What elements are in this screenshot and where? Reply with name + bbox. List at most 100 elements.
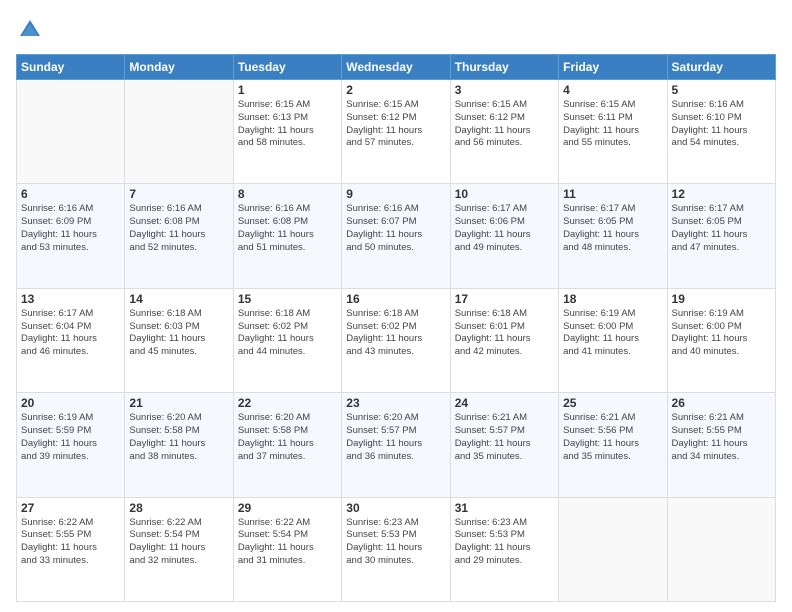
calendar-cell: 2Sunrise: 6:15 AM Sunset: 6:12 PM Daylig… xyxy=(342,80,450,184)
day-number: 5 xyxy=(672,83,771,97)
day-number: 22 xyxy=(238,396,337,410)
day-info: Sunrise: 6:16 AM Sunset: 6:07 PM Dayligh… xyxy=(346,203,445,254)
calendar-cell: 6 Sunrise: 6:16 AM Sunset: 6:09 PM Daylig… xyxy=(17,184,125,288)
page: SundayMondayTuesdayWednesdayThursdayFrid… xyxy=(0,0,792,612)
day-info: Sunrise: 6:19 AM Sunset: 6:00 PM Dayligh… xyxy=(672,308,771,359)
day-number: 27 xyxy=(21,501,120,515)
day-number: 20 xyxy=(21,396,120,410)
day-info: Sunrise: 6:16 AM Sunset: 6:08 PM Dayligh… xyxy=(129,203,228,254)
calendar-cell xyxy=(125,80,233,184)
weekday-header: Friday xyxy=(559,55,667,80)
calendar-table: SundayMondayTuesdayWednesdayThursdayFrid… xyxy=(16,54,776,602)
calendar-cell xyxy=(559,497,667,601)
calendar-cell: 14 Sunrise: 6:18 AM Sunset: 6:03 PM Dayli… xyxy=(125,288,233,392)
day-number: 17 xyxy=(455,292,554,306)
day-number: 25 xyxy=(563,396,662,410)
day-number: 9 xyxy=(346,187,445,201)
day-info: Sunrise: 6:17 AM Sunset: 6:05 PM Dayligh… xyxy=(672,203,771,254)
day-info: Sunrise: 6:16 AM Sunset: 6:09 PM Dayligh… xyxy=(21,203,120,254)
day-info: Sunrise: 6:19 AM Sunset: 5:59 PM Dayligh… xyxy=(21,412,120,463)
day-info: Sunrise: 6:16 AM Sunset: 6:10 PM Dayligh… xyxy=(672,99,771,150)
calendar-cell: 24 Sunrise: 6:21 AM Sunset: 5:57 PM Dayli… xyxy=(450,393,558,497)
day-info: Sunrise: 6:18 AM Sunset: 6:02 PM Dayligh… xyxy=(238,308,337,359)
calendar-week-row: 27 Sunrise: 6:22 AM Sunset: 5:55 PM Dayli… xyxy=(17,497,776,601)
day-number: 28 xyxy=(129,501,228,515)
calendar-week-row: 1Sunrise: 6:15 AM Sunset: 6:13 PM Daylig… xyxy=(17,80,776,184)
logo-icon xyxy=(16,16,44,44)
day-info: Sunrise: 6:18 AM Sunset: 6:02 PM Dayligh… xyxy=(346,308,445,359)
weekday-header: Monday xyxy=(125,55,233,80)
day-info: Sunrise: 6:20 AM Sunset: 5:58 PM Dayligh… xyxy=(129,412,228,463)
calendar-cell: 26Sunrise: 6:21 AM Sunset: 5:55 PM Dayli… xyxy=(667,393,775,497)
calendar-cell: 25 Sunrise: 6:21 AM Sunset: 5:56 PM Dayli… xyxy=(559,393,667,497)
day-number: 6 xyxy=(21,187,120,201)
day-info: Sunrise: 6:15 AM Sunset: 6:12 PM Dayligh… xyxy=(346,99,445,150)
weekday-header: Thursday xyxy=(450,55,558,80)
day-number: 8 xyxy=(238,187,337,201)
calendar-cell: 3 Sunrise: 6:15 AM Sunset: 6:12 PM Daylig… xyxy=(450,80,558,184)
day-number: 15 xyxy=(238,292,337,306)
calendar-cell: 17 Sunrise: 6:18 AM Sunset: 6:01 PM Dayli… xyxy=(450,288,558,392)
day-number: 24 xyxy=(455,396,554,410)
calendar-cell: 12 Sunrise: 6:17 AM Sunset: 6:05 PM Dayli… xyxy=(667,184,775,288)
day-info: Sunrise: 6:20 AM Sunset: 5:57 PM Dayligh… xyxy=(346,412,445,463)
calendar-header-row: SundayMondayTuesdayWednesdayThursdayFrid… xyxy=(17,55,776,80)
calendar-cell: 19 Sunrise: 6:19 AM Sunset: 6:00 PM Dayli… xyxy=(667,288,775,392)
day-number: 29 xyxy=(238,501,337,515)
day-info: Sunrise: 6:22 AM Sunset: 5:54 PM Dayligh… xyxy=(129,517,228,568)
calendar-cell: 5 Sunrise: 6:16 AM Sunset: 6:10 PM Daylig… xyxy=(667,80,775,184)
calendar-cell: 20 Sunrise: 6:19 AM Sunset: 5:59 PM Dayli… xyxy=(17,393,125,497)
day-number: 10 xyxy=(455,187,554,201)
day-number: 14 xyxy=(129,292,228,306)
calendar-cell: 31 Sunrise: 6:23 AM Sunset: 5:53 PM Dayli… xyxy=(450,497,558,601)
calendar-cell: 9 Sunrise: 6:16 AM Sunset: 6:07 PM Daylig… xyxy=(342,184,450,288)
calendar-cell: 10 Sunrise: 6:17 AM Sunset: 6:06 PM Dayli… xyxy=(450,184,558,288)
day-number: 3 xyxy=(455,83,554,97)
calendar-cell: 13Sunrise: 6:17 AM Sunset: 6:04 PM Dayli… xyxy=(17,288,125,392)
weekday-header: Wednesday xyxy=(342,55,450,80)
weekday-header: Saturday xyxy=(667,55,775,80)
day-number: 12 xyxy=(672,187,771,201)
day-number: 11 xyxy=(563,187,662,201)
day-info: Sunrise: 6:17 AM Sunset: 6:06 PM Dayligh… xyxy=(455,203,554,254)
day-number: 7 xyxy=(129,187,228,201)
calendar-cell: 15 Sunrise: 6:18 AM Sunset: 6:02 PM Dayli… xyxy=(233,288,341,392)
calendar-cell: 1Sunrise: 6:15 AM Sunset: 6:13 PM Daylig… xyxy=(233,80,341,184)
calendar-cell: 28 Sunrise: 6:22 AM Sunset: 5:54 PM Dayli… xyxy=(125,497,233,601)
day-number: 21 xyxy=(129,396,228,410)
day-info: Sunrise: 6:21 AM Sunset: 5:56 PM Dayligh… xyxy=(563,412,662,463)
day-number: 30 xyxy=(346,501,445,515)
calendar-cell: 8 Sunrise: 6:16 AM Sunset: 6:08 PM Daylig… xyxy=(233,184,341,288)
header xyxy=(16,16,776,44)
calendar-cell: 29 Sunrise: 6:22 AM Sunset: 5:54 PM Dayli… xyxy=(233,497,341,601)
day-number: 19 xyxy=(672,292,771,306)
day-number: 31 xyxy=(455,501,554,515)
day-info: Sunrise: 6:20 AM Sunset: 5:58 PM Dayligh… xyxy=(238,412,337,463)
day-info: Sunrise: 6:15 AM Sunset: 6:11 PM Dayligh… xyxy=(563,99,662,150)
day-info: Sunrise: 6:17 AM Sunset: 6:05 PM Dayligh… xyxy=(563,203,662,254)
calendar-cell: 23Sunrise: 6:20 AM Sunset: 5:57 PM Dayli… xyxy=(342,393,450,497)
calendar-cell: 22 Sunrise: 6:20 AM Sunset: 5:58 PM Dayli… xyxy=(233,393,341,497)
day-number: 1 xyxy=(238,83,337,97)
calendar-cell: 11 Sunrise: 6:17 AM Sunset: 6:05 PM Dayli… xyxy=(559,184,667,288)
calendar-week-row: 20 Sunrise: 6:19 AM Sunset: 5:59 PM Dayli… xyxy=(17,393,776,497)
day-info: Sunrise: 6:16 AM Sunset: 6:08 PM Dayligh… xyxy=(238,203,337,254)
day-info: Sunrise: 6:23 AM Sunset: 5:53 PM Dayligh… xyxy=(346,517,445,568)
calendar-week-row: 6 Sunrise: 6:16 AM Sunset: 6:09 PM Daylig… xyxy=(17,184,776,288)
day-info: Sunrise: 6:18 AM Sunset: 6:01 PM Dayligh… xyxy=(455,308,554,359)
day-info: Sunrise: 6:22 AM Sunset: 5:54 PM Dayligh… xyxy=(238,517,337,568)
day-info: Sunrise: 6:18 AM Sunset: 6:03 PM Dayligh… xyxy=(129,308,228,359)
day-info: Sunrise: 6:23 AM Sunset: 5:53 PM Dayligh… xyxy=(455,517,554,568)
day-info: Sunrise: 6:19 AM Sunset: 6:00 PM Dayligh… xyxy=(563,308,662,359)
calendar-cell: 4Sunrise: 6:15 AM Sunset: 6:11 PM Daylig… xyxy=(559,80,667,184)
weekday-header: Tuesday xyxy=(233,55,341,80)
day-info: Sunrise: 6:21 AM Sunset: 5:57 PM Dayligh… xyxy=(455,412,554,463)
day-info: Sunrise: 6:15 AM Sunset: 6:12 PM Dayligh… xyxy=(455,99,554,150)
day-info: Sunrise: 6:22 AM Sunset: 5:55 PM Dayligh… xyxy=(21,517,120,568)
logo xyxy=(16,16,48,44)
calendar-cell: 27 Sunrise: 6:22 AM Sunset: 5:55 PM Dayli… xyxy=(17,497,125,601)
calendar-cell xyxy=(667,497,775,601)
day-number: 16 xyxy=(346,292,445,306)
calendar-week-row: 13Sunrise: 6:17 AM Sunset: 6:04 PM Dayli… xyxy=(17,288,776,392)
calendar-cell: 18Sunrise: 6:19 AM Sunset: 6:00 PM Dayli… xyxy=(559,288,667,392)
